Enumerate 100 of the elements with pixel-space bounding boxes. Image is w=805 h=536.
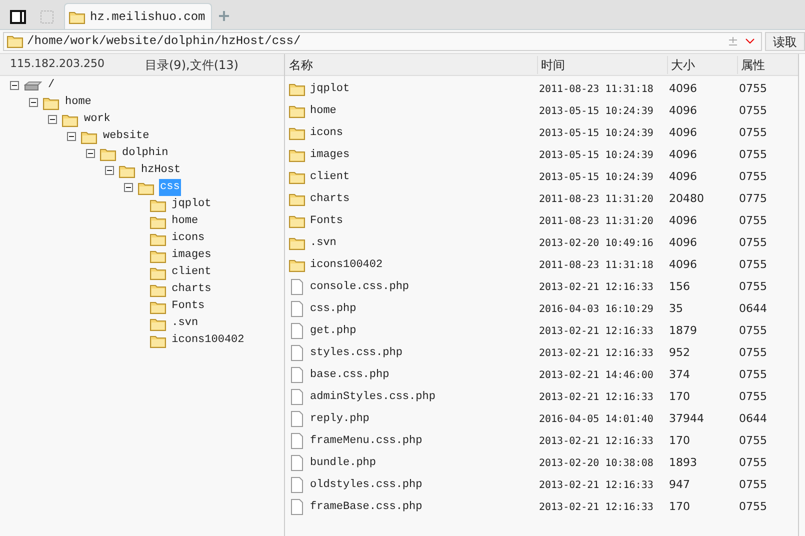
tree-item[interactable]: .svn [170, 315, 200, 332]
folder-icon [62, 112, 78, 126]
file-permissions: 0755 [738, 168, 768, 185]
column-header[interactable]: 时间 [537, 56, 667, 74]
file-name[interactable]: icons100402 [310, 256, 383, 274]
column-header[interactable]: 大小 [667, 56, 737, 74]
modified-time: 2011-08-23 11:31:20 [538, 192, 654, 206]
folder-icon [150, 334, 166, 348]
folder-icon [150, 316, 166, 330]
column-header[interactable]: 属性 [737, 56, 792, 74]
file-permissions: 0755 [738, 322, 768, 339]
file-name[interactable]: base.css.php [310, 366, 390, 384]
file-name[interactable]: jqplot [310, 80, 350, 98]
file-name[interactable]: frameMenu.css.php [310, 432, 422, 450]
tree-item[interactable]: jqplot [170, 196, 212, 213]
modified-time: 2013-05-15 10:24:39 [538, 126, 654, 140]
file-name[interactable]: styles.css.php [310, 344, 402, 362]
collapse-toggle[interactable] [29, 98, 38, 107]
read-button[interactable]: 读取 [765, 32, 805, 50]
site-tab[interactable]: hz.meilishuo.com [64, 3, 212, 29]
file-name[interactable]: get.php [310, 322, 356, 340]
file-permissions: 0755 [738, 278, 768, 295]
file-name[interactable]: icons [310, 124, 344, 142]
file-permissions: 0755 [738, 432, 768, 449]
tree-item[interactable]: home [64, 94, 92, 111]
collapse-toggle[interactable] [124, 183, 133, 192]
file-name[interactable]: adminStyles.css.php [310, 388, 436, 406]
dropdown-caret-icon[interactable] [745, 38, 755, 44]
file-icon [291, 367, 303, 383]
file-name[interactable]: home [310, 102, 336, 120]
host-address: 115.182.203.250 [9, 56, 106, 72]
tree-item[interactable]: client [170, 264, 212, 281]
file-permissions: 0644 [738, 300, 768, 317]
folder-icon [138, 180, 154, 194]
collapse-toggle[interactable] [10, 81, 19, 90]
collapse-toggle[interactable] [67, 132, 76, 141]
folder-icon [289, 258, 305, 272]
file-icon [291, 279, 303, 295]
file-size: 170 [668, 432, 691, 449]
folder-icon [289, 148, 305, 162]
folder-icon [289, 126, 305, 140]
tree-item[interactable]: icons [170, 230, 206, 247]
file-name[interactable]: console.css.php [310, 278, 410, 296]
tree-item[interactable]: home [170, 213, 200, 230]
file-name[interactable]: .svn [310, 234, 336, 252]
file-name[interactable]: images [310, 146, 350, 164]
file-size: 170 [668, 498, 691, 515]
item-count: 目录(9),文件(13) [145, 56, 238, 74]
tree-item[interactable]: / [47, 77, 56, 94]
collapse-toggle[interactable] [48, 115, 57, 124]
tree-item[interactable]: charts [170, 281, 212, 298]
folder-icon [289, 236, 305, 250]
tree-item[interactable]: dolphin [121, 145, 170, 162]
tree-item[interactable]: hzHost [140, 162, 182, 179]
file-size: 4096 [668, 124, 698, 141]
file-size: 4096 [668, 234, 698, 251]
modified-time: 2013-02-20 10:38:08 [538, 456, 654, 470]
file-size: 37944 [668, 410, 705, 427]
file-name[interactable]: frameBase.css.php [310, 498, 422, 516]
file-name[interactable]: oldstyles.css.php [310, 476, 422, 494]
collapse-toggle[interactable] [105, 166, 114, 175]
file-permissions: 0755 [738, 102, 768, 119]
file-size: 170 [668, 388, 691, 405]
column-header[interactable]: 名称 [285, 56, 537, 74]
file-permissions: 0755 [738, 256, 768, 273]
folder-icon [289, 214, 305, 228]
file-permissions: 0755 [738, 124, 768, 141]
file-icon [291, 455, 303, 471]
file-name[interactable]: bundle.php [310, 454, 376, 472]
file-size: 952 [668, 344, 691, 361]
file-name[interactable]: client [310, 168, 350, 186]
modified-time: 2013-05-15 10:24:39 [538, 104, 654, 118]
modified-time: 2013-02-21 12:16:33 [538, 390, 654, 404]
tree-item[interactable]: images [170, 247, 212, 264]
tree-item[interactable]: icons100402 [170, 332, 246, 349]
file-icon [291, 301, 303, 317]
modified-time: 2013-02-21 12:16:33 [538, 280, 654, 294]
tree-item[interactable]: work [83, 111, 112, 128]
file-permissions: 0755 [738, 366, 768, 383]
folder-icon [289, 104, 305, 118]
file-icon [291, 323, 303, 339]
file-permissions: 0755 [738, 234, 768, 251]
file-name[interactable]: css.php [310, 300, 356, 318]
tree-item[interactable]: Fonts [170, 298, 206, 315]
path-field[interactable]: /home/work/website/dolphin/hzHost/css/ [3, 32, 762, 50]
file-permissions: 0644 [738, 410, 768, 427]
collapse-toggle[interactable] [86, 149, 95, 158]
file-name[interactable]: charts [310, 190, 350, 208]
file-name[interactable]: reply.php [310, 410, 370, 428]
file-size: 4096 [668, 212, 698, 229]
file-icon [291, 389, 303, 405]
folder-icon [150, 266, 166, 280]
file-permissions: 0755 [738, 454, 768, 471]
tree-item[interactable]: website [102, 128, 150, 145]
file-name[interactable]: Fonts [310, 212, 344, 230]
file-size: 156 [668, 278, 691, 295]
modified-time: 2013-02-21 14:46:00 [538, 368, 654, 382]
folder-icon [69, 10, 85, 24]
file-size: 1893 [668, 454, 698, 471]
folder-icon [150, 214, 166, 228]
